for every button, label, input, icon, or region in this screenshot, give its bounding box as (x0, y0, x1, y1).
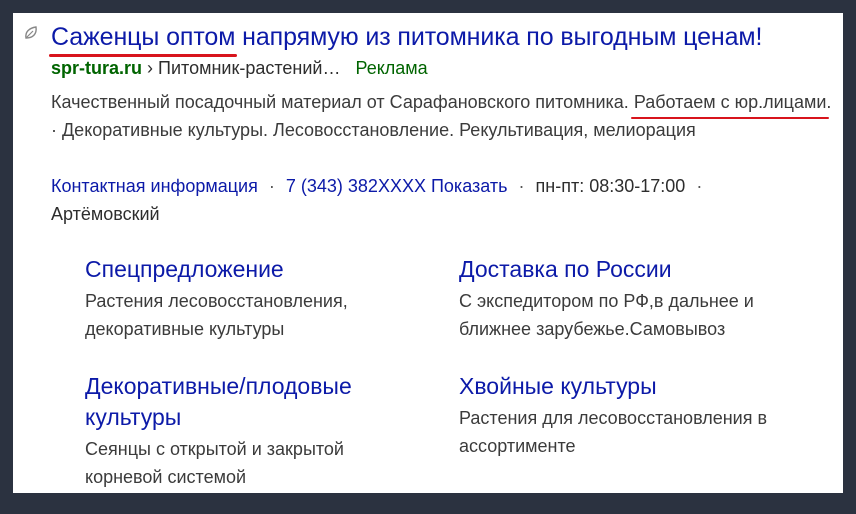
sitelink-description: Сеянцы с открытой и закрытой корневой си… (85, 439, 344, 487)
breadcrumb-separator: › (147, 58, 154, 78)
contacts-line: Контактная информация · 7 (343) 382XXXX … (51, 172, 811, 228)
sitelink-title[interactable]: Доставка по России (459, 254, 809, 285)
sitelink-description: С экспедитором по РФ,в дальнее и ближнее… (459, 291, 754, 339)
contact-info-link[interactable]: Контактная информация (51, 176, 258, 196)
sitelink-special-offer: Спецпредложение Растения лесовосстановле… (85, 254, 405, 343)
sitelink-description: Растения для лесовосстановления в ассорт… (459, 408, 768, 456)
city: Артёмовский (51, 204, 160, 224)
show-phone-link[interactable]: Показать (431, 176, 508, 196)
description-text-1: Качественный посадочный материал от Сара… (51, 92, 634, 112)
sitelink-description: Растения лесовосстановления, декоративны… (85, 291, 348, 339)
ad-title-highlight[interactable]: Саженцы оптом (48, 23, 238, 57)
working-hours: пн-пт: 08:30-17:00 (535, 176, 686, 196)
ad-card: Саженцы оптом напрямую из питомника по в… (13, 13, 843, 493)
sitelink-decorative-fruit: Декоративные/плодовые культуры Сеянцы с … (85, 371, 415, 491)
leaf-badge-icon (23, 25, 39, 41)
sitelink-title[interactable]: Хвойные культуры (459, 371, 809, 402)
sitelink-title[interactable]: Спецпредложение (85, 254, 405, 285)
ad-description: Качественный посадочный материал от Сара… (51, 88, 841, 144)
phone-number[interactable]: 7 (343) 382XXXX (286, 176, 426, 196)
description-highlight: Работаем с юр.лицами (630, 88, 830, 119)
ad-title-rest[interactable]: напрямую из питомника по выгодным ценам! (235, 23, 762, 51)
sitelink-delivery: Доставка по России С экспедитором по РФ,… (459, 254, 809, 343)
separator-dot: · (696, 176, 703, 196)
separator-dot: · (268, 176, 275, 196)
ad-label: Реклама (355, 58, 428, 78)
separator-dot: · (518, 176, 525, 196)
domain-link[interactable]: spr-tura.ru (51, 58, 142, 78)
breadcrumb-link[interactable]: Питомник-растений… (158, 58, 340, 78)
sitelink-conifers: Хвойные культуры Растения для лесовосста… (459, 371, 809, 460)
ad-title-link[interactable]: Саженцы оптом напрямую из питомника по в… (48, 23, 762, 57)
url-line: spr-tura.ru › Питомник-растений… Реклама (51, 58, 428, 79)
sitelink-title[interactable]: Декоративные/плодовые культуры (85, 371, 415, 433)
